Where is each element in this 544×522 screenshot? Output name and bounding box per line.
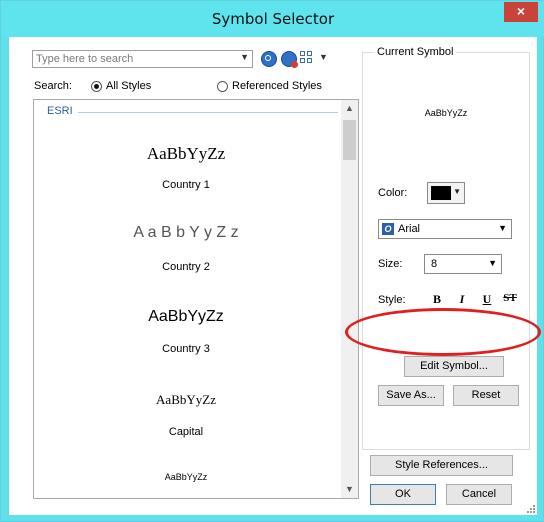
scroll-up-icon[interactable]: ▲	[341, 100, 358, 117]
strikethrough-button[interactable]: ST	[500, 292, 520, 304]
chevron-down-icon: ▼	[498, 223, 507, 233]
radio-referenced-styles[interactable]: Referenced Styles	[217, 80, 322, 92]
size-select[interactable]: 8 ▼	[424, 254, 502, 274]
save-as-button[interactable]: Save As...	[378, 385, 444, 406]
list-scrollbar[interactable]: ▲ ▼	[341, 100, 358, 498]
resize-grip[interactable]	[525, 503, 535, 513]
ok-button[interactable]: OK	[370, 484, 436, 505]
view-dropdown-icon[interactable]: ▼	[319, 52, 328, 62]
reset-button[interactable]: Reset	[453, 385, 519, 406]
symbol-sample-capital[interactable]: AaBbYyZz	[34, 392, 338, 408]
symbol-list[interactable]: ESRI AaBbYyZz Country 1 A a B b Y y Z z …	[33, 99, 359, 499]
search-options-icon[interactable]	[281, 51, 298, 68]
radio-unchecked-icon[interactable]	[217, 80, 228, 92]
size-label: Size:	[378, 258, 403, 270]
chevron-down-icon: ▼	[453, 187, 461, 196]
close-button[interactable]: ×	[504, 2, 538, 22]
title-bar[interactable]: Symbol Selector ×	[1, 1, 544, 37]
chevron-down-icon[interactable]: ▼	[240, 52, 249, 62]
symbol-name-country-3[interactable]: Country 3	[34, 343, 338, 355]
symbol-sample-country-1[interactable]: AaBbYyZz	[34, 144, 338, 164]
style-group-header: ESRI	[47, 105, 73, 117]
style-references-button[interactable]: Style References...	[370, 455, 513, 476]
underline-button[interactable]: U	[477, 292, 497, 307]
current-symbol-preview: AaBbYyZz	[424, 108, 468, 118]
italic-button[interactable]: I	[452, 292, 472, 307]
dialog-body: ▼ ▼ Search: All Styles Referenced Styles…	[9, 37, 537, 515]
symbol-name-capital[interactable]: Capital	[34, 426, 338, 438]
cancel-button[interactable]: Cancel	[446, 484, 512, 505]
search-combobox[interactable]: ▼	[32, 50, 253, 68]
color-label: Color:	[378, 187, 408, 199]
search-scope-label: Search:	[34, 80, 72, 92]
color-picker-button[interactable]: ▼	[427, 182, 465, 204]
font-type-icon: O	[382, 223, 394, 235]
radio-all-styles-label[interactable]: All Styles	[106, 80, 151, 92]
symbol-selector-window: Symbol Selector × ▼ ▼ Search: All Styles…	[0, 0, 544, 522]
search-icon[interactable]	[261, 51, 277, 67]
color-swatch	[431, 186, 451, 200]
edit-symbol-button[interactable]: Edit Symbol...	[404, 356, 504, 377]
chevron-down-icon: ▼	[488, 258, 497, 268]
font-select[interactable]: O Arial ▼	[378, 219, 512, 239]
current-symbol-title: Current Symbol	[374, 46, 457, 58]
symbol-name-country-2[interactable]: Country 2	[34, 261, 338, 273]
symbol-sample-partial[interactable]: AaBbYyZz	[34, 472, 338, 482]
bold-button[interactable]: B	[427, 292, 447, 307]
search-input[interactable]	[36, 52, 232, 66]
symbol-sample-country-2[interactable]: A a B b Y y Z z	[34, 224, 338, 242]
radio-checked-icon[interactable]	[91, 80, 102, 92]
scroll-down-icon[interactable]: ▼	[341, 481, 358, 498]
group-divider	[78, 112, 338, 113]
radio-all-styles[interactable]: All Styles	[91, 80, 151, 92]
symbol-sample-country-3[interactable]: AaBbYyZz	[34, 308, 338, 326]
size-value: 8	[431, 258, 438, 270]
radio-referenced-styles-label[interactable]: Referenced Styles	[232, 80, 322, 92]
font-value: Arial	[398, 223, 421, 235]
symbol-name-country-1[interactable]: Country 1	[34, 179, 338, 191]
window-title: Symbol Selector	[211, 10, 335, 28]
scroll-thumb[interactable]	[343, 120, 356, 160]
style-label: Style:	[378, 294, 406, 306]
grid-view-icon[interactable]	[300, 51, 314, 65]
